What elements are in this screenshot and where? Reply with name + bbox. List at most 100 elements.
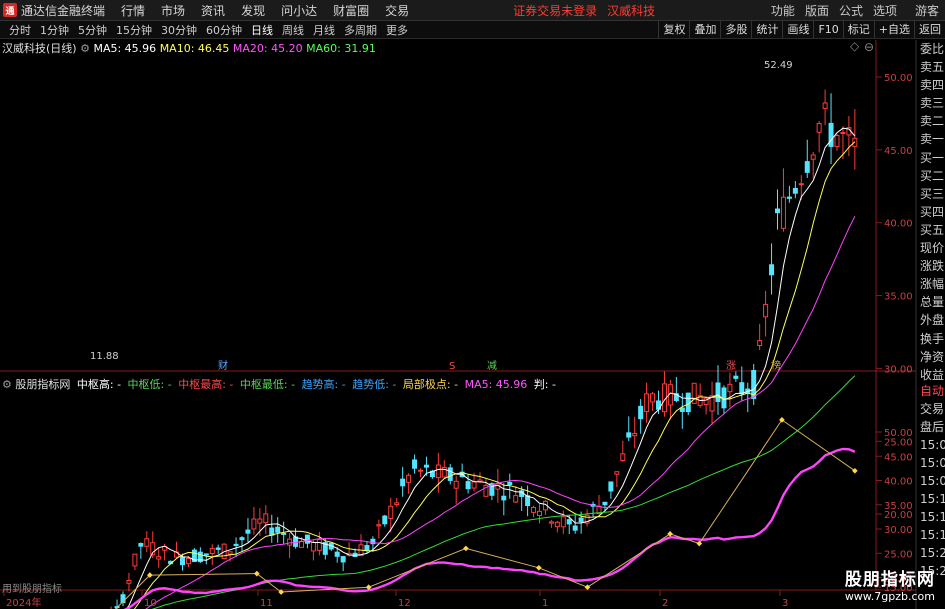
quote-field: 净资: [920, 349, 945, 364]
quote-field: 卖五: [920, 60, 945, 75]
candle-body: [245, 529, 251, 534]
quote-field: 买五: [920, 222, 945, 237]
zoom-icon[interactable]: ⊖: [864, 40, 874, 54]
candle-body: [650, 393, 656, 403]
local-extreme: 局部极点: -: [402, 378, 459, 391]
candle-body: [138, 543, 144, 547]
sub-tick-label: 35.00: [884, 501, 913, 512]
indicator-name[interactable]: 股朋指标网: [15, 378, 70, 391]
indicator-settings-icon[interactable]: ⚙: [2, 378, 12, 391]
quote-field: 卖二: [920, 114, 945, 129]
candle-body: [388, 505, 394, 519]
candle-body: [227, 551, 233, 555]
candle-body: [822, 102, 828, 109]
candle-body: [537, 510, 542, 517]
candle-body: [340, 556, 346, 563]
watermark: 股朋指标网 www.7gpzb.com: [845, 565, 935, 603]
settings-icon[interactable]: ⚙: [80, 42, 90, 55]
quote-field: 买四: [920, 204, 945, 219]
candle-body: [560, 516, 566, 528]
candle-body: [531, 506, 537, 513]
sub-tick-label: 30.00: [884, 525, 913, 536]
quote-sidebar: 委比 卖五 卖四 卖三 卖二 卖一 买一 买二 买三 买四 买五 现价 涨跌 涨幅 总量 外盘 换手 净资 收益: [917, 40, 945, 384]
trade-field[interactable]: 15:15: [917, 508, 945, 526]
price-tick-label: 40.00: [884, 219, 913, 230]
watermark-url: www.7gpzb.com: [844, 590, 935, 603]
candle-body: [435, 464, 441, 479]
candle-body: [412, 459, 418, 469]
event-marker: 财: [218, 359, 228, 372]
quote-field: 现价: [920, 241, 945, 256]
quote-field: 买一: [920, 150, 945, 165]
sub-tick-label: 45.00: [884, 452, 913, 463]
candle-body: [316, 538, 322, 551]
trade-field[interactable]: 15:25: [917, 544, 945, 562]
quote-field: 换手: [920, 331, 945, 346]
watermark-title: 股朋指标网: [844, 570, 935, 590]
candle-body: [644, 393, 650, 413]
time-tick-label: 3: [782, 598, 788, 609]
judge-value: 判: -: [533, 378, 556, 391]
trade-field[interactable]: 15:11: [917, 490, 945, 508]
candle-body: [156, 556, 162, 560]
trade-sidebar: 自动交易盘后15:0015:0015:0015:1115:1515:1515:2…: [917, 382, 945, 580]
candle-body: [310, 541, 316, 552]
trade-field[interactable]: 15:00: [917, 436, 945, 454]
candle-body: [566, 519, 572, 525]
kline-chart-canvas[interactable]: 财S减涨榜 50.0045.0040.0035.0030.0025.0020.0…: [0, 0, 945, 609]
candle-body: [382, 515, 388, 525]
candle-body: [769, 264, 775, 276]
time-tick-label: 10: [144, 598, 157, 609]
app-window: 通 通达信金融终端 行情 市场 资讯 发现 问小达 财富圈 交易 证券交易未登录…: [0, 0, 945, 609]
candle-body: [780, 196, 786, 229]
candle-body: [739, 382, 745, 395]
candle-body: [602, 501, 608, 506]
candle-body: [400, 478, 406, 487]
candle-body: [715, 382, 721, 402]
candle-body: [180, 556, 185, 566]
candle-body: [614, 471, 620, 475]
candle-body: [620, 453, 626, 461]
trade-field[interactable]: 15:00: [917, 454, 945, 472]
candle-body: [727, 383, 733, 393]
trade-field[interactable]: 自动: [917, 382, 945, 400]
candle-body: [465, 481, 471, 490]
candle-body: [126, 579, 132, 584]
trade-field[interactable]: 交易: [917, 400, 945, 418]
trade-field[interactable]: 15:15: [917, 526, 945, 544]
quote-field: 买二: [920, 168, 945, 183]
quote-field: 涨跌: [920, 259, 945, 274]
indicator-header: ⚙ 股朋指标网 中枢高: - 中枢低: - 中枢最高: - 中枢最低: - 趋势…: [2, 376, 556, 392]
candle-body: [263, 513, 269, 524]
quote-field: 卖一: [920, 132, 945, 147]
candle-body: [453, 480, 459, 489]
low-price-label: 11.88: [90, 351, 119, 362]
candle-body: [215, 547, 221, 550]
zhongshu-min: 中枢最低: -: [239, 378, 296, 391]
trade-field[interactable]: 盘后: [917, 418, 945, 436]
ma20-value: MA20: 45.20: [232, 42, 303, 55]
candle-body: [775, 208, 780, 214]
candle-body: [632, 432, 638, 437]
ma60-value: MA60: 31.91: [306, 42, 376, 55]
candle-body: [304, 534, 310, 544]
candle-body: [757, 340, 763, 347]
candle-body: [287, 538, 293, 546]
time-tick-label: 2024年: [6, 596, 41, 609]
indicator-subplot: [114, 417, 858, 609]
candle-body: [471, 481, 477, 489]
candle-body: [804, 161, 810, 173]
chart-frame: [0, 40, 917, 609]
zhongshu-max: 中枢最高: -: [178, 378, 234, 391]
trade-field[interactable]: 15:00: [917, 472, 945, 490]
quote-field: 委比: [920, 42, 945, 56]
price-tick-label: 50.00: [884, 73, 913, 84]
candle-body: [239, 537, 245, 541]
candle-body: [203, 553, 209, 556]
candle-body: [501, 495, 507, 501]
ma5-value: MA5: 45.96: [93, 42, 157, 55]
extreme-point: [696, 540, 703, 547]
diamond-icon[interactable]: ◇: [850, 39, 860, 53]
candle-body: [679, 407, 685, 412]
candle-body: [798, 183, 804, 186]
